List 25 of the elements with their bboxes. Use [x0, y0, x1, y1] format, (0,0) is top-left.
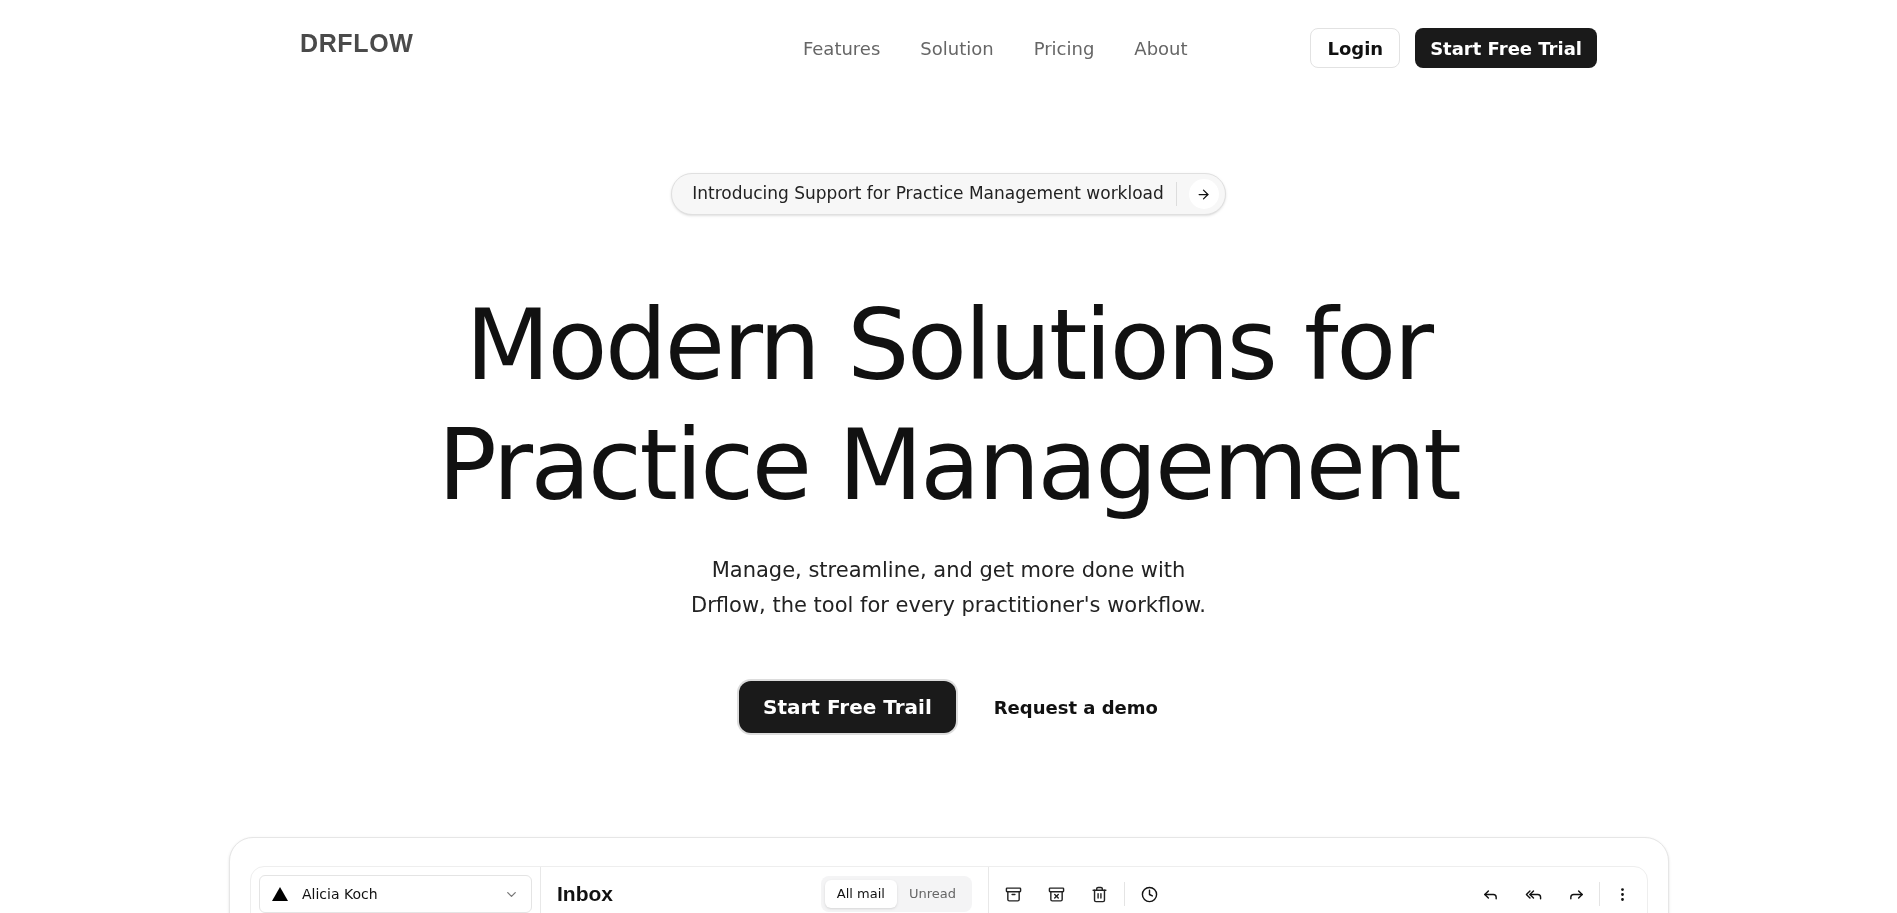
- announcement-text: Introducing Support for Practice Management workload: [692, 182, 1164, 206]
- nav-link[interactable]: Pricing: [1033, 34, 1095, 62]
- start-trial-button[interactable]: Start Free Trail: [739, 681, 956, 733]
- filter-tab[interactable]: All mail: [824, 880, 897, 908]
- triangle-icon: [272, 887, 288, 901]
- hero-title: Modern Solutions for: [465, 287, 1432, 404]
- account-select[interactable]: Alicia Koch: [259, 875, 532, 913]
- logo[interactable]: DRFLOW: [300, 25, 500, 63]
- archive-x-icon[interactable]: [1048, 885, 1065, 903]
- start-trial-button[interactable]: Start Free Trial: [1415, 28, 1597, 68]
- trash-icon[interactable]: [1091, 885, 1108, 903]
- nav-link[interactable]: About: [1134, 34, 1188, 62]
- filter-tab[interactable]: Unread: [896, 880, 968, 908]
- clock-icon[interactable]: [1141, 885, 1158, 903]
- arrow-right-icon[interactable]: [1188, 179, 1219, 209]
- nav-link[interactable]: Solution: [920, 34, 994, 62]
- hero-subtitle: Drflow, the tool for every practitioner's workflow.: [691, 592, 1206, 619]
- request-demo-link[interactable]: Request a demo: [993, 693, 1158, 721]
- inbox-heading: Inbox: [557, 881, 613, 908]
- announcement-pill[interactable]: Introducing Support for Practice Management workload: [671, 173, 1226, 215]
- hero-subtitle: Manage, streamline, and get more done with: [711, 557, 1186, 584]
- login-button[interactable]: Login: [1310, 28, 1401, 68]
- nav-link[interactable]: Features: [802, 34, 881, 62]
- archive-icon[interactable]: [1005, 885, 1022, 903]
- hero-title: Practice Management: [437, 407, 1460, 524]
